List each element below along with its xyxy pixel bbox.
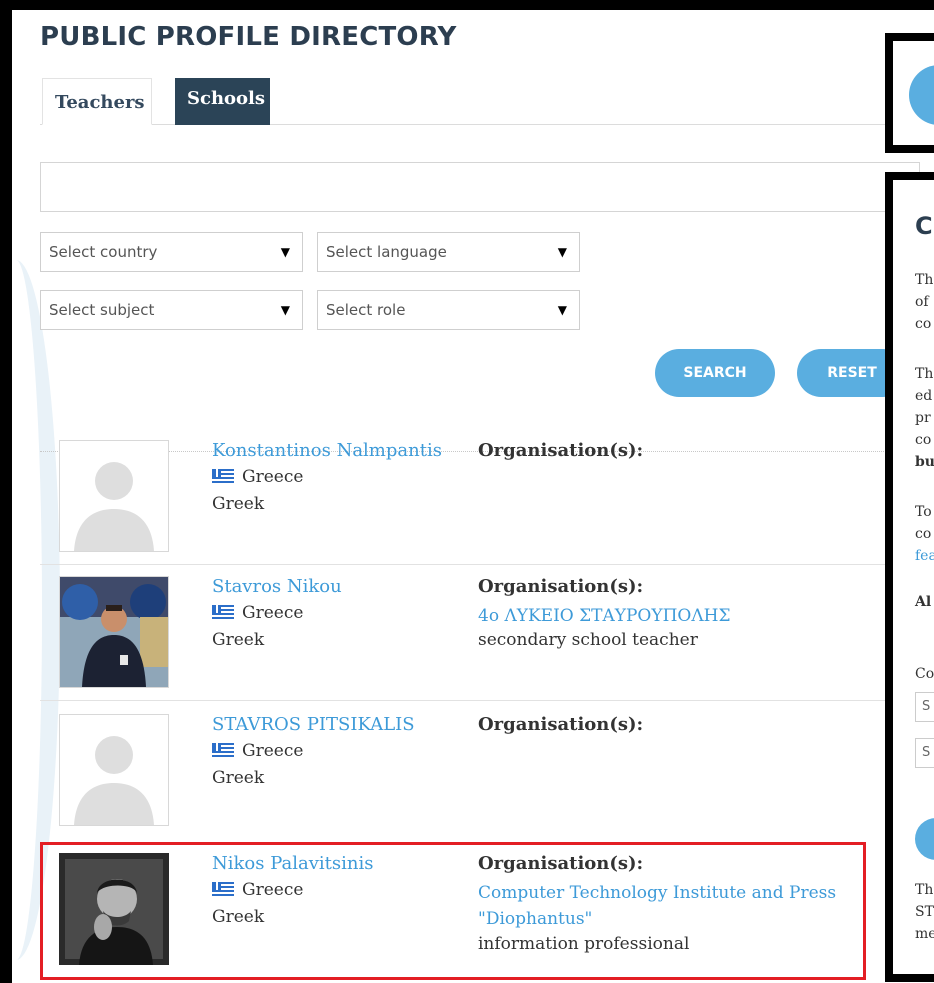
profile-language: Greek — [212, 630, 265, 650]
role-select[interactable]: Select role ▼ — [317, 290, 580, 330]
side-bold-text: Al — [915, 594, 932, 610]
country-select-value: Select country — [49, 243, 158, 261]
dropdown-arrow-icon: ▼ — [280, 245, 290, 259]
page-title: PUBLIC PROFILE DIRECTORY — [40, 22, 457, 52]
search-button[interactable]: SEARCH — [655, 349, 775, 397]
dropdown-arrow-icon: ▼ — [557, 303, 567, 317]
tab-bar: Teachers Schools — [40, 76, 920, 125]
side-label: Co — [915, 666, 934, 682]
side-text: of — [915, 294, 929, 310]
role-select-value: Select role — [326, 301, 406, 319]
greece-flag-icon — [212, 469, 234, 483]
profile-country-label: Greece — [242, 467, 304, 487]
side-text: Th — [915, 366, 934, 382]
side-text: me — [915, 926, 934, 942]
organisation-link[interactable]: 4ο ΛΥΚΕΙΟ ΣΤΑΥΡΟΥΠΟΛΗΣ — [478, 603, 868, 629]
profile-photo — [60, 577, 168, 687]
side-text: To — [915, 504, 932, 520]
country-select[interactable]: Select country ▼ — [40, 232, 303, 272]
row-separator — [40, 564, 920, 565]
side-text: ST — [915, 904, 934, 920]
side-text: co — [915, 432, 932, 448]
side-text: Th — [915, 882, 934, 898]
tab-teachers[interactable]: Teachers — [42, 78, 152, 125]
profile-language: Greek — [212, 768, 265, 788]
dropdown-arrow-icon: ▼ — [280, 303, 290, 317]
search-input[interactable] — [40, 162, 920, 212]
profile-name-link[interactable]: STAVROS PITSIKALIS — [212, 714, 415, 735]
organisation-label: Organisation(s): — [478, 576, 644, 597]
profile-row: Stavros Nikou Greece Greek Organisation(… — [40, 566, 920, 701]
profile-row: Konstantinos Nalmpantis Greece Greek Org… — [40, 430, 920, 565]
language-select-value: Select language — [326, 243, 447, 261]
subject-select-value: Select subject — [49, 301, 155, 319]
greece-flag-icon — [212, 605, 234, 619]
side-text: Th — [915, 272, 934, 288]
side-heading: C — [915, 212, 933, 240]
user-silhouette-icon — [60, 441, 168, 551]
row-separator — [40, 700, 920, 701]
profile-row: STAVROS PITSIKALIS Greece Greek Organisa… — [40, 704, 920, 839]
side-link[interactable]: fea — [915, 548, 934, 564]
profile-name-link[interactable]: Stavros Nikou — [212, 576, 342, 597]
side-select[interactable]: S — [915, 738, 934, 768]
profile-country: Greece — [212, 467, 303, 487]
side-text: ed — [915, 388, 933, 404]
subject-select[interactable]: Select subject ▼ — [40, 290, 303, 330]
overlay-panel-side: C Th of co Th ed pr co bu To co fea Al C… — [885, 172, 934, 982]
organisation-label: Organisation(s): — [478, 714, 644, 735]
tab-schools[interactable]: Schools — [175, 78, 270, 125]
profile-name-link[interactable]: Konstantinos Nalmpantis — [212, 440, 442, 461]
organisation-label: Organisation(s): — [478, 440, 644, 461]
avatar[interactable] — [59, 576, 169, 688]
profile-country-label: Greece — [242, 603, 304, 623]
avatar[interactable] — [59, 440, 169, 552]
highlight-frame — [40, 842, 866, 980]
profile-role: secondary school teacher — [478, 630, 698, 650]
side-text: pr — [915, 410, 931, 426]
side-text: co — [915, 316, 932, 332]
greece-flag-icon — [212, 743, 234, 757]
side-text: bu — [915, 454, 934, 470]
side-action-button[interactable] — [915, 818, 934, 860]
profile-country: Greece — [212, 741, 303, 761]
profile-circle-button[interactable] — [909, 65, 934, 125]
side-select[interactable]: S — [915, 692, 934, 722]
overlay-panel-top — [885, 33, 934, 153]
avatar[interactable] — [59, 714, 169, 826]
language-select[interactable]: Select language ▼ — [317, 232, 580, 272]
profile-language: Greek — [212, 494, 265, 514]
profile-country: Greece — [212, 603, 303, 623]
user-silhouette-icon — [60, 715, 168, 825]
dropdown-arrow-icon: ▼ — [557, 245, 567, 259]
profile-country-label: Greece — [242, 741, 304, 761]
side-text: co — [915, 526, 932, 542]
page: PUBLIC PROFILE DIRECTORY Teachers School… — [12, 10, 934, 983]
